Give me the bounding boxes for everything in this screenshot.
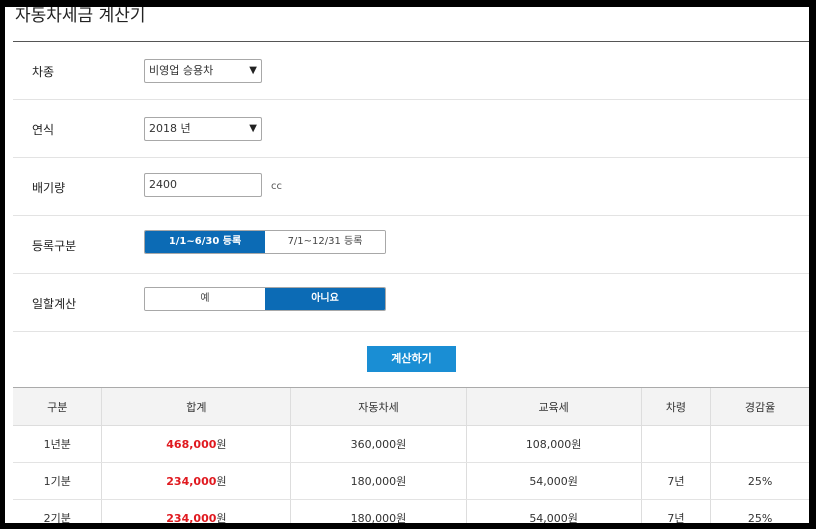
result-table: 구분 합계 자동차세 교육세 차령 경감율 1년분 468,000원 360,0… [13, 387, 809, 523]
lump-sum-row: 일할계산 예 아니요 [13, 274, 809, 332]
displacement-input[interactable]: 2400 [144, 173, 262, 197]
cell-car-age [640, 425, 711, 463]
cell-car-age: 7년 [640, 462, 711, 500]
year-value: 2018 년 [149, 122, 191, 135]
registration-label: 등록구분 [32, 239, 77, 253]
cell-discount [710, 425, 809, 463]
displacement-unit: cc [271, 181, 282, 192]
page-title: 자동차세금 계산기 [15, 7, 146, 26]
header-car-age: 차령 [640, 387, 711, 426]
registration-toggle: 1/1~6/30 등록 7/1~12/31 등록 [144, 230, 386, 254]
lump-sum-label: 일할계산 [32, 297, 77, 311]
registration-option-second-half[interactable]: 7/1~12/31 등록 [265, 231, 385, 253]
cell-type: 1년분 [13, 425, 102, 463]
car-type-select[interactable]: 비영업 승용차 ▼ [144, 59, 262, 83]
car-type-row: 차종 비영업 승용차 ▼ [13, 42, 809, 100]
displacement-row: 배기량 2400 cc [13, 158, 809, 216]
cell-total: 468,000원 [101, 425, 291, 463]
cell-total: 234,000원 [101, 462, 291, 500]
cell-edu-tax: 54,000원 [465, 462, 642, 500]
cell-type: 2기분 [13, 499, 102, 523]
lump-sum-option-yes[interactable]: 예 [145, 288, 265, 310]
header-total: 합계 [101, 387, 291, 426]
chevron-down-icon: ▼ [249, 65, 257, 76]
displacement-label: 배기량 [32, 181, 66, 195]
lump-sum-toggle: 예 아니요 [144, 287, 386, 311]
header-discount: 경감율 [710, 387, 809, 426]
cell-type: 1기분 [13, 462, 102, 500]
table-header-row: 구분 합계 자동차세 교육세 차령 경감율 [13, 387, 809, 426]
year-select[interactable]: 2018 년 ▼ [144, 117, 262, 141]
cell-car-tax: 180,000원 [290, 499, 467, 523]
cell-edu-tax: 108,000원 [465, 425, 642, 463]
registration-option-first-half[interactable]: 1/1~6/30 등록 [145, 231, 265, 253]
registration-row: 등록구분 1/1~6/30 등록 7/1~12/31 등록 [13, 216, 809, 274]
cell-car-age: 7년 [640, 499, 711, 523]
table-row: 1년분 468,000원 360,000원 108,000원 [13, 425, 809, 463]
total-amount: 234,000 [166, 512, 217, 523]
total-amount: 468,000 [166, 438, 217, 451]
calculate-button[interactable]: 계산하기 [367, 346, 456, 372]
table-row: 1기분 234,000원 180,000원 54,000원 7년 25% [13, 462, 809, 500]
car-type-label: 차종 [32, 65, 55, 79]
cell-car-tax: 360,000원 [290, 425, 467, 463]
cell-car-tax: 180,000원 [290, 462, 467, 500]
header-car-tax: 자동차세 [290, 387, 467, 426]
calculator-panel: 자동차세금 계산기 차종 비영업 승용차 ▼ 연식 2018 년 ▼ 배기량 2… [5, 7, 809, 523]
header-edu-tax: 교육세 [465, 387, 642, 426]
year-label: 연식 [32, 123, 55, 137]
table-row: 2기분 234,000원 180,000원 54,000원 7년 25% [13, 499, 809, 523]
won-unit: 원 [216, 512, 227, 523]
cell-edu-tax: 54,000원 [465, 499, 642, 523]
cell-discount: 25% [710, 499, 809, 523]
header-type: 구분 [13, 387, 102, 426]
cell-discount: 25% [710, 462, 809, 500]
car-type-value: 비영업 승용차 [149, 64, 214, 77]
year-row: 연식 2018 년 ▼ [13, 100, 809, 158]
won-unit: 원 [216, 438, 227, 451]
cell-total: 234,000원 [101, 499, 291, 523]
lump-sum-option-no[interactable]: 아니요 [265, 288, 385, 310]
chevron-down-icon: ▼ [249, 123, 257, 134]
won-unit: 원 [216, 475, 227, 488]
total-amount: 234,000 [166, 475, 217, 488]
